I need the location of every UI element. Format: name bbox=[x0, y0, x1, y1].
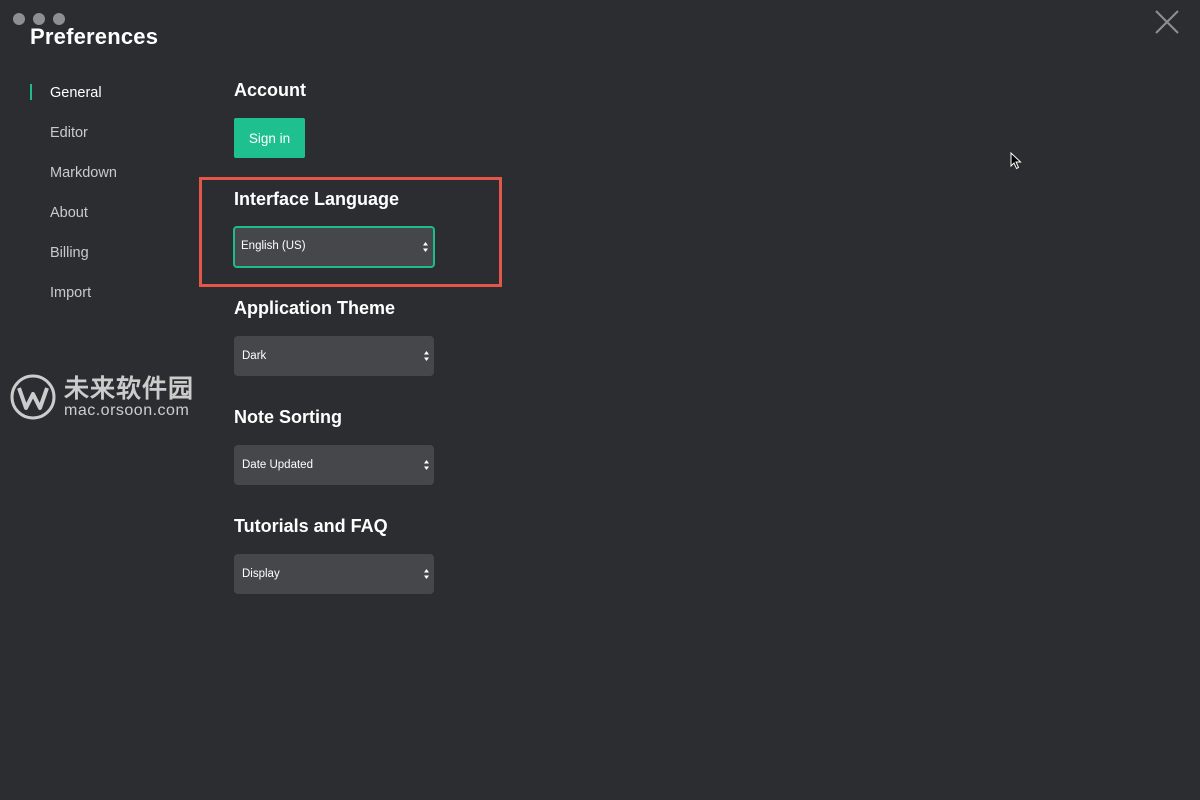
sidebar-item-import[interactable]: Import bbox=[30, 280, 200, 320]
application-theme-value: Dark bbox=[242, 350, 267, 362]
sidebar-item-editor[interactable]: Editor bbox=[30, 120, 200, 160]
close-icon[interactable] bbox=[1154, 9, 1180, 35]
watermark-text: 未来软件园 mac.orsoon.com bbox=[64, 375, 194, 419]
note-sorting-section: Note Sorting Date Updated bbox=[234, 405, 834, 485]
select-arrows-icon bbox=[424, 460, 429, 470]
watermark: 未来软件园 mac.orsoon.com bbox=[10, 374, 194, 420]
sidebar-item-billing[interactable]: Billing bbox=[30, 240, 200, 280]
sidebar-item-label: About bbox=[50, 205, 88, 221]
account-title: Account bbox=[234, 80, 306, 100]
sidebar-item-label: General bbox=[50, 85, 102, 101]
note-sorting-select[interactable]: Date Updated bbox=[234, 445, 434, 485]
tutorials-section: Tutorials and FAQ Display bbox=[234, 514, 834, 594]
sidebar-item-general[interactable]: General bbox=[30, 80, 200, 120]
watermark-name: 未来软件园 bbox=[64, 375, 195, 403]
select-arrows-icon bbox=[424, 351, 429, 361]
sign-in-button[interactable]: Sign in bbox=[234, 118, 305, 158]
note-sorting-value: Date Updated bbox=[242, 459, 313, 471]
application-theme-select[interactable]: Dark bbox=[234, 336, 434, 376]
sidebar-item-about[interactable]: About bbox=[30, 200, 200, 240]
watermark-logo-icon bbox=[10, 374, 56, 420]
account-section: Account Sign in bbox=[234, 78, 834, 158]
sidebar-item-label: Markdown bbox=[50, 165, 117, 181]
mouse-cursor-icon bbox=[1010, 152, 1022, 170]
tutorials-value: Display bbox=[242, 568, 280, 580]
sidebar-item-label: Editor bbox=[50, 125, 88, 141]
tutorials-select[interactable]: Display bbox=[234, 554, 434, 594]
tutorials-title: Tutorials and FAQ bbox=[234, 516, 388, 536]
sidebar-item-label: Import bbox=[50, 285, 92, 301]
sidebar-item-label: Billing bbox=[50, 245, 89, 261]
watermark-url: mac.orsoon.com bbox=[64, 402, 190, 419]
page-title: Preferences bbox=[30, 24, 159, 49]
sidebar-item-markdown[interactable]: Markdown bbox=[30, 160, 200, 200]
select-arrows-icon bbox=[424, 569, 429, 579]
preferences-window: Preferences General Editor Markdown Abou… bbox=[0, 0, 1200, 800]
note-sorting-title: Note Sorting bbox=[234, 407, 342, 427]
highlight-box bbox=[199, 177, 502, 287]
sidebar-nav: General Editor Markdown About Billing Im… bbox=[30, 80, 200, 320]
application-theme-section: Application Theme Dark bbox=[234, 296, 834, 376]
application-theme-title: Application Theme bbox=[234, 298, 396, 318]
window-close-dot[interactable] bbox=[13, 13, 25, 25]
